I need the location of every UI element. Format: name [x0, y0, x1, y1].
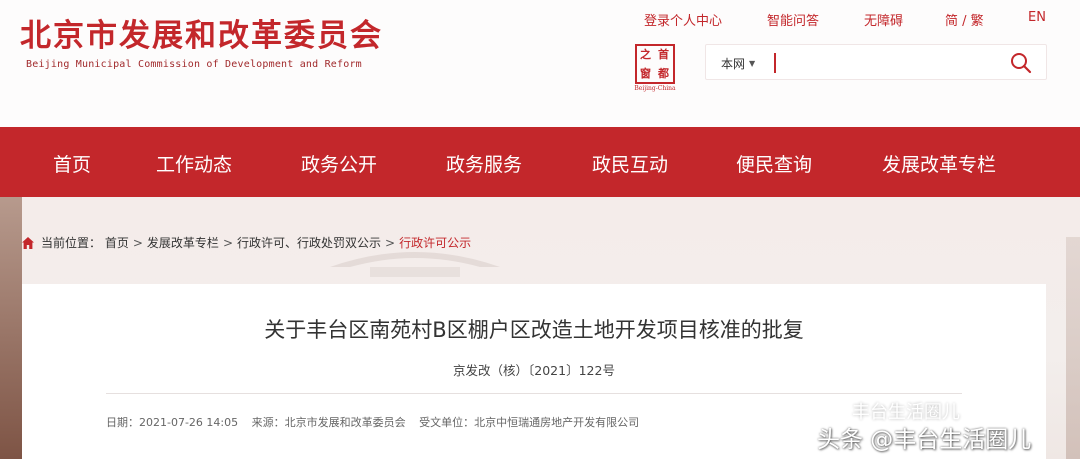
nav-item-reform-column[interactable]: 发展改革专栏 [882, 150, 996, 177]
nav-item-home[interactable]: 首页 [53, 150, 91, 177]
nav-item-public-query[interactable]: 便民查询 [736, 150, 812, 177]
login-link[interactable]: 登录个人中心 [644, 10, 722, 29]
english-link[interactable]: EN [1028, 10, 1046, 25]
search-scope-dropdown[interactable]: 本网 ▼ [721, 55, 755, 72]
seal-caption: Beijing-China [634, 85, 676, 92]
breadcrumb: 当前位置： 首页 > 发展改革专栏 > 行政许可、行政处罚双公示 > 行政许可公示 [21, 234, 471, 250]
main-nav: 首页 工作动态 政务公开 政务服务 政民互动 便民查询 发展改革专栏 [0, 127, 1080, 197]
search-icon[interactable] [1010, 52, 1032, 74]
breadcrumb-home[interactable]: 首页 [105, 236, 129, 250]
seal-char: 窗 [640, 67, 651, 80]
accessibility-link[interactable]: 无障碍 [864, 10, 903, 29]
seal-char: 之 [640, 48, 651, 61]
nav-item-gov-services[interactable]: 政务服务 [446, 150, 522, 177]
search-bar: 本网 ▼ [705, 44, 1047, 80]
article-date: 日期：2021-07-26 14:05 [106, 416, 239, 429]
breadcrumb-separator: > [385, 235, 396, 250]
watermark-toutiao: 头条 @丰台生活圈儿 [817, 427, 1032, 453]
capital-window-seal[interactable]: 之 首 窗 都 Beijing-China [632, 44, 678, 94]
breadcrumb-prefix: 当前位置： [41, 236, 102, 250]
top-links: 登录个人中心 智能问答 无障碍 简 / 繁 EN [0, 10, 1080, 30]
article-recipient: 受文单位：北京中恒瑞通房地产开发有限公司 [419, 416, 640, 429]
search-input[interactable] [774, 53, 1004, 73]
search-scope-label: 本网 [721, 57, 746, 71]
nav-item-interaction[interactable]: 政民互动 [592, 150, 668, 177]
language-switch-link[interactable]: 简 / 繁 [945, 10, 984, 29]
site-header: 北京市发展和改革委员会 Beijing Municipal Commission… [0, 0, 1080, 127]
site-logo-subtitle: Beijing Municipal Commission of Developm… [26, 59, 362, 70]
nav-item-work-news[interactable]: 工作动态 [156, 150, 232, 177]
seal-char: 都 [658, 67, 669, 80]
article-source: 来源：北京市发展和改革委员会 [251, 416, 406, 429]
breadcrumb-dual-disclosure[interactable]: 行政许可、行政处罚双公示 [237, 236, 381, 250]
article-meta: 日期：2021-07-26 14:05 来源：北京市发展和改革委员会 受文单位：… [106, 414, 649, 430]
decorative-pillar-right [1066, 237, 1080, 459]
caret-down-icon: ▼ [749, 59, 756, 68]
smart-qa-link[interactable]: 智能问答 [767, 10, 819, 29]
seal-frame: 之 首 窗 都 [635, 44, 675, 84]
home-icon [22, 236, 34, 249]
nav-item-gov-affairs-open[interactable]: 政务公开 [301, 150, 377, 177]
seal-char: 首 [658, 48, 669, 61]
article-title: 关于丰台区南苑村B区棚户区改造土地开发项目核准的批复 [264, 318, 804, 342]
decorative-pillar [0, 197, 22, 459]
article-doc-number: 京发改（核）〔2021〕122号 [453, 363, 615, 378]
breadcrumb-separator: > [222, 235, 233, 250]
article-divider [106, 393, 962, 394]
breadcrumb-separator: > [132, 235, 143, 250]
breadcrumb-current[interactable]: 行政许可公示 [399, 236, 471, 250]
breadcrumb-reform-column[interactable]: 发展改革专栏 [147, 236, 219, 250]
